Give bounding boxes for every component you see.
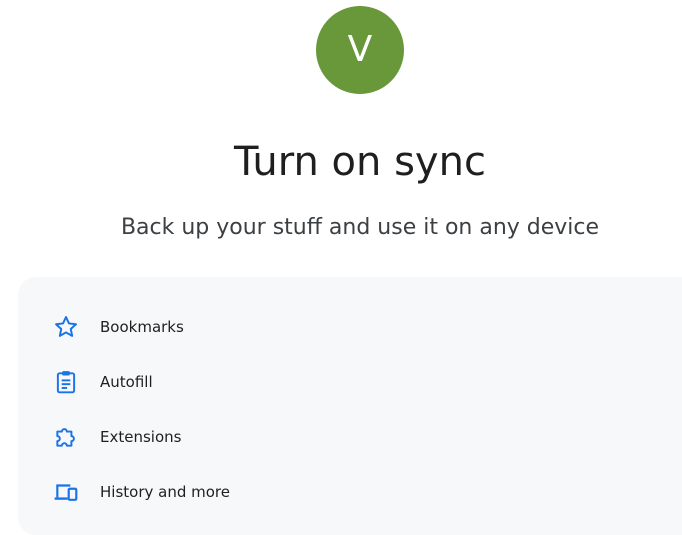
star-icon	[52, 313, 80, 341]
clipboard-icon	[52, 368, 80, 396]
feature-label: Autofill	[100, 373, 153, 391]
feature-label: Extensions	[100, 428, 182, 446]
feature-label: History and more	[100, 483, 230, 501]
feature-item-bookmarks: Bookmarks	[52, 312, 184, 342]
puzzle-icon	[52, 423, 80, 451]
devices-icon	[52, 478, 80, 506]
feature-label: Bookmarks	[100, 318, 184, 336]
avatar: V	[316, 6, 404, 94]
page-title: Turn on sync	[234, 139, 486, 185]
sync-page: V Turn on sync Back up your stuff and us…	[0, 0, 682, 535]
feature-item-extensions: Extensions	[52, 422, 181, 452]
feature-item-autofill: Autofill	[52, 367, 153, 397]
sync-features-panel: Bookmarks Autofill Extensions History an…	[18, 277, 682, 535]
feature-item-history: History and more	[52, 477, 230, 507]
page-subtitle: Back up your stuff and use it on any dev…	[120, 215, 600, 240]
avatar-letter: V	[347, 29, 373, 70]
